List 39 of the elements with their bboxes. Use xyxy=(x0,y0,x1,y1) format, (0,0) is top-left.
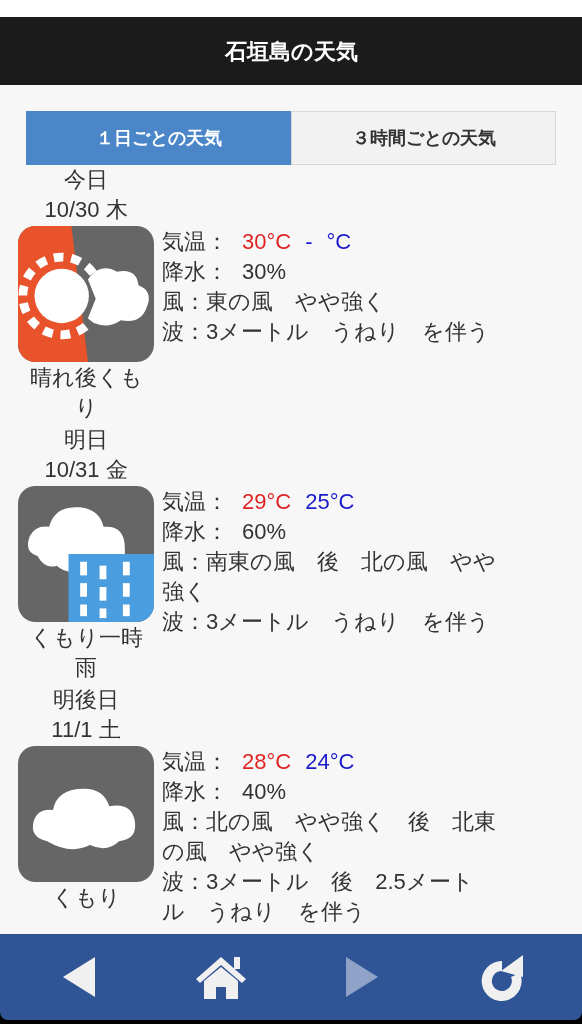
cloud-icon xyxy=(18,746,154,882)
temperature-label: 気温： xyxy=(162,488,228,516)
precipitation-value: 60% xyxy=(242,518,287,546)
day-label: 明後日 xyxy=(53,686,119,714)
wave-text: 波：3メートル うねり を伴う xyxy=(162,318,492,346)
wind-text: 風：南東の風 後 北の風 やや強く xyxy=(162,548,496,606)
weather-text: 晴れ後くもり xyxy=(28,364,144,422)
tab[interactable]: ３時間ごとの天気 xyxy=(291,111,556,165)
temperature-separator: - xyxy=(305,228,313,256)
back-arrow-icon xyxy=(63,957,98,997)
day-date: 10/31 金 xyxy=(44,456,128,484)
temperature-label: 気温： xyxy=(162,228,228,256)
wind-text: 風：北の風 やや強く 後 北東の風 やや強く xyxy=(162,808,496,866)
precipitation-label: 降水： xyxy=(162,518,228,546)
temperature-label: 気温： xyxy=(162,748,228,776)
low-temperature: °C xyxy=(326,228,352,256)
precipitation-value: 30% xyxy=(242,258,287,286)
tab[interactable]: １日ごとの天気 xyxy=(26,111,291,165)
precipitation-value: 40% xyxy=(242,778,287,806)
high-temperature: 30°C xyxy=(242,228,292,256)
low-temperature: 24°C xyxy=(305,748,355,776)
low-temperature: 25°C xyxy=(305,488,355,516)
day-date: 11/1 土 xyxy=(51,716,121,744)
wind-text: 風：東の風 やや強く xyxy=(162,288,387,316)
weather-text: くもり一時雨 xyxy=(28,624,144,682)
sun-cloud-icon xyxy=(18,226,154,362)
rain-cloud-icon xyxy=(18,486,154,622)
high-temperature: 29°C xyxy=(242,488,292,516)
precipitation-label: 降水： xyxy=(162,778,228,806)
page-title: 石垣島の天気 xyxy=(224,37,358,66)
day-label: 明日 xyxy=(64,426,108,454)
day-label: 今日 xyxy=(64,166,108,194)
weather-text: くもり xyxy=(50,884,122,912)
day-date: 10/30 木 xyxy=(44,196,128,224)
precipitation-label: 降水： xyxy=(162,258,228,286)
high-temperature: 28°C xyxy=(242,748,292,776)
wave-text: 波：3メートル 後 2.5メートル うねり を伴う xyxy=(162,868,475,926)
wave-text: 波：3メートル うねり を伴う xyxy=(162,608,492,636)
forward-arrow-icon xyxy=(344,957,379,997)
